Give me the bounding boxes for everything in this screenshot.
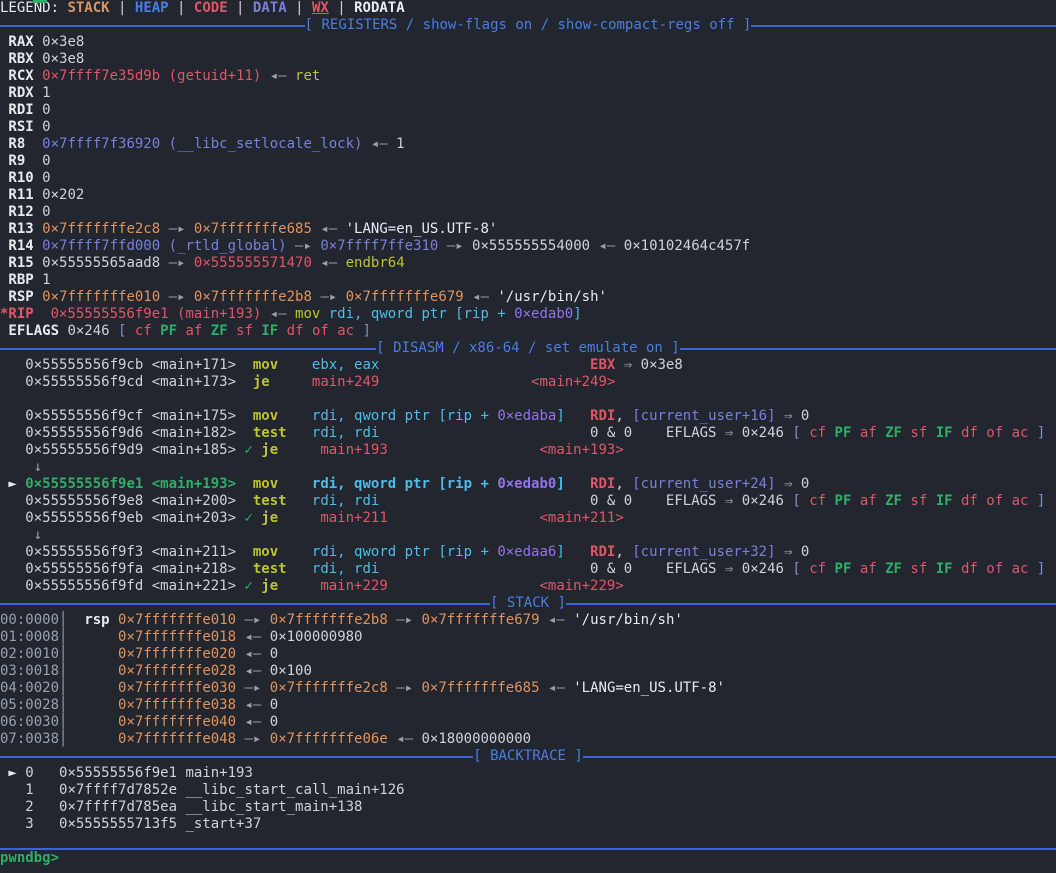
stack-row-3: 03:0018│ 0×7fffffffe028 ◂— 0×100 <box>0 663 1056 680</box>
pointer-arrow-icon: —▸ <box>160 221 194 237</box>
prompt-row[interactable]: pwndbg> <box>0 850 1056 867</box>
register-row-rip: *RIP 0×55555556f9e1 (main+193) ◂— mov rd… <box>0 306 1056 323</box>
points-to-icon: ◂— <box>362 136 396 152</box>
pointer-arrow-icon: —▸ <box>388 612 422 628</box>
points-to-icon: ◂— <box>540 612 574 628</box>
points-to-icon: ◂— <box>312 221 346 237</box>
register-row-r12: R12 0 <box>0 204 1056 221</box>
pointer-arrow-icon: —▸ <box>438 238 472 254</box>
backtrace-frame-2: 2 0×7ffff7d785ea __libc_start_main+138 <box>0 799 1056 816</box>
register-row-r15: R15 0×55555565aad8 —▸ 0×555555571470 ◂— … <box>0 255 1056 272</box>
blank-row <box>0 833 1056 848</box>
disasm-row-5: 0×55555556f9d9 <main+185> ✓ je main+193 … <box>0 442 1056 459</box>
separator-line <box>0 756 473 758</box>
register-row-r10: R10 0 <box>0 170 1056 187</box>
pointer-arrow-icon: —▸ <box>160 255 194 271</box>
backtrace-frame-0: ► 0 0×55555556f9e1 main+193 <box>0 765 1056 782</box>
stack-row-2: 02:0010│ 0×7fffffffe020 ◂— 0 <box>0 646 1056 663</box>
points-to-icon: ◂— <box>590 238 624 254</box>
current-frame-marker-icon: ► <box>0 765 25 781</box>
register-row-rbx: RBX 0×3e8 <box>0 51 1056 68</box>
stack-row-5: 05:0028│ 0×7fffffffe038 ◂— 0 <box>0 697 1056 714</box>
register-row-rsi: RSI 0 <box>0 119 1056 136</box>
register-row-rsp: RSP 0×7fffffffe010 —▸ 0×7fffffffe2b8 —▸ … <box>0 289 1056 306</box>
stack-row-7: 07:0038│ 0×7fffffffe048 —▸ 0×7fffffffe06… <box>0 731 1056 748</box>
register-row-r14: R14 0×7ffff7ffd000 (_rtld_global) —▸ 0×7… <box>0 238 1056 255</box>
backtrace-section-header: [ BACKTRACE ] <box>0 748 1056 765</box>
pointer-arrow-icon: —▸ <box>388 680 422 696</box>
pointer-arrow-icon: —▸ <box>236 731 270 747</box>
disasm-row-current: ► 0×55555556f9e1 <main+193> mov rdi, qwo… <box>0 476 1056 493</box>
branch-taken-icon: ✓ <box>244 510 261 526</box>
points-to-icon: ◂— <box>540 680 574 696</box>
separator-line <box>0 25 305 27</box>
backtrace-section-header-label: [ BACKTRACE ] <box>473 748 583 765</box>
points-to-icon: ◂— <box>261 306 295 322</box>
separator-line <box>751 25 1056 27</box>
stack-row-1: 01:0008│ 0×7fffffffe018 ◂— 0×100000980 <box>0 629 1056 646</box>
register-row-rbp: RBP 1 <box>0 272 1056 289</box>
branch-taken-icon: ✓ <box>244 442 261 458</box>
register-row-rdi: RDI 0 <box>0 102 1056 119</box>
register-row-r9: R9 0 <box>0 153 1056 170</box>
pointer-arrow-icon: —▸ <box>236 612 270 628</box>
pwndbg-terminal: LEGEND: STACK | HEAP | CODE | DATA | WX … <box>0 0 1056 873</box>
disasm-row-9: 0×55555556f9eb <main+203> ✓ je main+211 … <box>0 510 1056 527</box>
backtrace-frame-1: 1 0×7ffff7d7852e __libc_start_call_main+… <box>0 782 1056 799</box>
jump-down-icon: ↓ <box>0 527 42 543</box>
points-to-icon: ◂— <box>464 289 498 305</box>
disasm-row-3: 0×55555556f9cf <main+175> mov rdi, qword… <box>0 408 1056 425</box>
points-to-icon: ◂— <box>261 68 295 84</box>
pointer-arrow-icon: —▸ <box>287 238 321 254</box>
disasm-row-8: 0×55555556f9e8 <main+200> test rdi, rdi … <box>0 493 1056 510</box>
points-to-icon: ◂— <box>388 731 422 747</box>
pointer-arrow-icon: —▸ <box>236 680 270 696</box>
prompt-label: pwndbg> <box>0 850 59 866</box>
branch-taken-icon: ✓ <box>244 578 261 594</box>
disasm-row-12: 0×55555556f9fa <main+218> test rdi, rdi … <box>0 561 1056 578</box>
register-row-rdx: RDX 1 <box>0 85 1056 102</box>
disasm-row-1: 0×55555556f9cd <main+173> je main+249 <m… <box>0 374 1056 391</box>
disasm-section-header: [ DISASM / x86-64 / set emulate on ] <box>0 340 1056 357</box>
stack-section-header-label: [ STACK ] <box>490 595 566 612</box>
jump-down-icon: ↓ <box>0 459 42 475</box>
disasm-row-4: 0×55555556f9d6 <main+182> test rdi, rdi … <box>0 425 1056 442</box>
scrollback-fragment <box>33 0 47 3</box>
backtrace-frame-3: 3 0×5555555713f5 _start+37 <box>0 816 1056 833</box>
register-row-rcx: RCX 0×7ffff7e35d9b (getuid+11) ◂— ret <box>0 68 1056 85</box>
points-to-icon: ◂— <box>236 697 270 713</box>
register-row-rax: RAX 0×3e8 <box>0 34 1056 51</box>
separator-line <box>680 348 1056 350</box>
registers-section-header: [ REGISTERS / show-flags on / show-compa… <box>0 17 1056 34</box>
pointer-arrow-icon: —▸ <box>160 289 194 305</box>
points-to-icon: ◂— <box>236 646 270 662</box>
legend-row: LEGEND: STACK | HEAP | CODE | DATA | WX … <box>0 0 1056 17</box>
stack-row-4: 04:0020│ 0×7fffffffe030 —▸ 0×7fffffffe2c… <box>0 680 1056 697</box>
disasm-row-2 <box>0 391 1056 408</box>
current-instruction-marker-icon: ► <box>0 476 25 492</box>
disasm-row-13: 0×55555556f9fd <main+221> ✓ je main+229 … <box>0 578 1056 595</box>
disasm-row-10: ↓ <box>0 527 1056 544</box>
separator-line <box>566 603 1056 605</box>
stack-row-0: 00:0000│ rsp 0×7fffffffe010 —▸ 0×7ffffff… <box>0 612 1056 629</box>
disasm-row-0: 0×55555556f9cb <main+171> mov ebx, eax E… <box>0 357 1056 374</box>
disasm-row-6: ↓ <box>0 459 1056 476</box>
register-row-r13: R13 0×7fffffffe2c8 —▸ 0×7fffffffe685 ◂— … <box>0 221 1056 238</box>
register-row-r11: R11 0×202 <box>0 187 1056 204</box>
points-to-icon: ◂— <box>312 255 346 271</box>
disasm-section-header-label: [ DISASM / x86-64 / set emulate on ] <box>376 340 679 357</box>
points-to-icon: ◂— <box>236 629 270 645</box>
stack-section-header: [ STACK ] <box>0 595 1056 612</box>
separator-line <box>583 756 1056 758</box>
pointer-arrow-icon: —▸ <box>312 289 346 305</box>
separator-line <box>0 603 490 605</box>
separator-line <box>0 348 376 350</box>
registers-section-header-label: [ REGISTERS / show-flags on / show-compa… <box>305 17 752 34</box>
disasm-row-11: 0×55555556f9f3 <main+211> mov rdi, qword… <box>0 544 1056 561</box>
register-row-eflags: EFLAGS 0×246 [ cf PF af ZF sf IF df of a… <box>0 323 1056 340</box>
stack-row-6: 06:0030│ 0×7fffffffe040 ◂— 0 <box>0 714 1056 731</box>
points-to-icon: ◂— <box>236 663 270 679</box>
register-row-r8: R8 0×7ffff7f36920 (__libc_setlocale_lock… <box>0 136 1056 153</box>
points-to-icon: ◂— <box>236 714 270 730</box>
